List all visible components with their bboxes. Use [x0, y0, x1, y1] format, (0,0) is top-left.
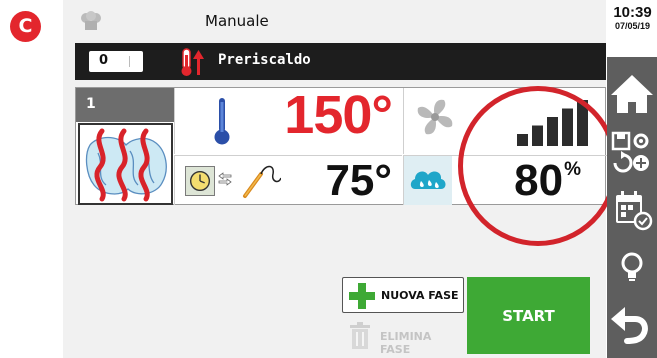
- lightbulb-icon: [621, 252, 643, 281]
- thermometer-icon: [214, 98, 230, 145]
- delete-phase-button[interactable]: ELIMINA FASE: [342, 318, 464, 356]
- preheat-icon: [181, 48, 204, 76]
- sidebar-item-back[interactable]: [607, 297, 657, 349]
- sidebar-item-calendar[interactable]: [607, 187, 657, 233]
- phase-number: 1: [86, 96, 96, 112]
- counter-value: 0: [99, 53, 109, 68]
- fan-speed-bar: [547, 117, 558, 146]
- phase-panel: 1 150° 75° 80%: [75, 85, 607, 205]
- clock: 10:39 07/05/19: [610, 4, 655, 31]
- counter-divider: [129, 56, 130, 67]
- cycle-counter[interactable]: 0: [89, 51, 143, 72]
- mode-title: Manuale: [205, 12, 269, 30]
- swap-arrows-icon: [218, 172, 232, 186]
- back-arrow-icon: [611, 307, 648, 344]
- status-bar: 0 Preriscaldo: [75, 43, 606, 80]
- start-button[interactable]: START: [467, 277, 590, 354]
- new-phase-button[interactable]: NUOVA FASE: [342, 277, 464, 313]
- start-label: START: [502, 307, 555, 325]
- clock-date: 07/05/19: [614, 21, 651, 31]
- chamber-temperature-value: 150°: [284, 85, 393, 145]
- save-settings-add-icon: [611, 131, 649, 173]
- fan-speed-bar: [532, 125, 543, 146]
- sidebar-item-tips[interactable]: [607, 247, 657, 287]
- humidity-cell[interactable]: 80%: [403, 155, 607, 205]
- home-icon: [611, 75, 653, 113]
- fan-speed-bar: [577, 100, 588, 146]
- new-phase-label: NUOVA FASE: [381, 289, 459, 302]
- probe-temperature-cell[interactable]: 75°: [174, 155, 402, 205]
- sidebar: [607, 57, 657, 358]
- fan-icon: [417, 99, 453, 135]
- trash-icon: [350, 322, 370, 349]
- step-badge: C: [10, 11, 41, 42]
- fan-speed-cell[interactable]: [403, 88, 607, 154]
- core-probe-icon: [243, 165, 281, 198]
- chef-hat-icon: [81, 11, 101, 30]
- humidity-drops-icon: [410, 171, 446, 189]
- humidity-icon-box: [404, 156, 452, 205]
- humidity-unit: %: [564, 159, 581, 180]
- probe-temperature-value: 75°: [325, 156, 392, 205]
- oven-control-screen: Manuale 0 Preriscaldo 1 150° 75° 80% NUO…: [63, 0, 618, 358]
- cooking-mode-button[interactable]: [78, 123, 173, 205]
- humidity-value: 80%: [514, 156, 581, 206]
- fan-speed-bars: [517, 100, 588, 146]
- calendar-icon: [616, 191, 653, 231]
- timer-clock-icon[interactable]: [185, 166, 215, 196]
- delete-phase-label: ELIMINA FASE: [380, 330, 432, 356]
- phase-tab[interactable]: 1: [76, 88, 174, 122]
- preheat-label: Preriscaldo: [218, 52, 311, 68]
- plus-icon: [349, 283, 375, 309]
- sidebar-item-home[interactable]: [607, 71, 657, 119]
- fan-speed-bar: [517, 134, 528, 146]
- fan-speed-bar: [562, 108, 573, 146]
- convection-heat-icon: [85, 128, 167, 202]
- chamber-temperature-cell[interactable]: 150°: [174, 85, 402, 154]
- top-bar: Manuale: [63, 0, 606, 42]
- humidity-number: 80: [514, 156, 564, 205]
- clock-time: 10:39: [613, 4, 652, 21]
- sidebar-item-save-settings[interactable]: [607, 127, 657, 177]
